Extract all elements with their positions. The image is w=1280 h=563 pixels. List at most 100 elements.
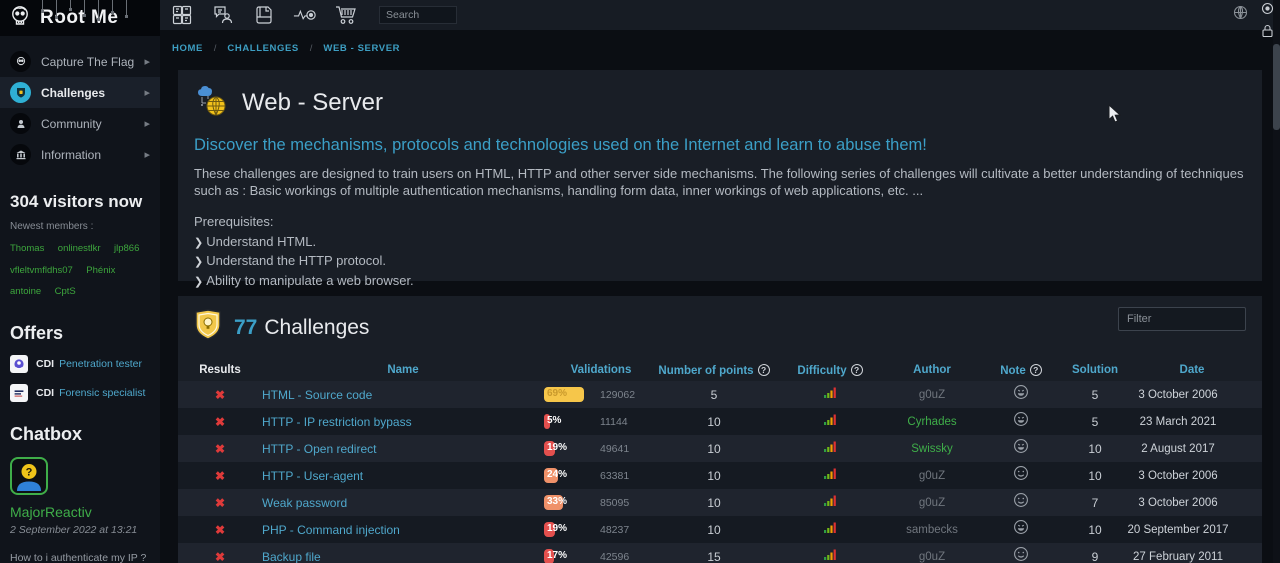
solutions-count[interactable]: 7: [1068, 496, 1122, 510]
table-row[interactable]: ✖ HTTP - Open redirect 19% 49641 10 Swis…: [178, 435, 1262, 462]
publish-date: 2 August 2017: [1122, 443, 1262, 455]
table-row[interactable]: ✖ HTTP - IP restriction bypass 5% 11144 …: [178, 408, 1262, 435]
table-row[interactable]: ✖ PHP - Command injection 19% 48237 10 s…: [178, 516, 1262, 543]
points-value: 10: [658, 523, 770, 537]
offer-forensic-specialist[interactable]: CDI Forensic specialist: [0, 384, 160, 402]
shop-icon[interactable]: [334, 3, 358, 27]
visitors-count: 304 visitors now: [0, 192, 160, 212]
validation-rate-badge: 19%: [544, 441, 555, 456]
column-note[interactable]: Note?: [974, 364, 1068, 377]
table-row[interactable]: ✖ Weak password 33% 85095 10 g0uZ: [178, 489, 1262, 516]
search-input[interactable]: [379, 6, 457, 24]
sidebar-item-label: Information: [41, 148, 144, 162]
manual-icon[interactable]: [170, 3, 194, 27]
solutions-count[interactable]: 10: [1068, 469, 1122, 483]
help-icon[interactable]: ?: [758, 364, 770, 376]
filter-input[interactable]: [1118, 307, 1246, 331]
challenge-link[interactable]: HTML - Source code: [262, 388, 544, 402]
breadcrumb-challenges[interactable]: CHALLENGES: [227, 43, 298, 54]
challenge-link[interactable]: Backup file: [262, 550, 544, 563]
sidebar-item-label: Capture The Flag: [41, 55, 144, 69]
topbar: [160, 0, 1280, 30]
table-row[interactable]: ✖ HTML - Source code 69% 129062 5 g0uZ: [178, 381, 1262, 408]
column-validations[interactable]: Validations: [544, 364, 658, 376]
note-face-icon: [974, 492, 1068, 513]
forum-icon[interactable]: [211, 3, 235, 27]
sidebar-item-capture-the-flag[interactable]: Capture The Flag ▸: [0, 46, 160, 77]
validations-cell: 69% 129062: [544, 387, 658, 402]
challenge-link[interactable]: Weak password: [262, 496, 544, 510]
offer-company-logo: [10, 384, 28, 402]
column-difficulty[interactable]: Difficulty?: [770, 364, 890, 377]
sidebar-item-information[interactable]: Information ▸: [0, 139, 160, 170]
newest-members-label: Newest members :: [0, 221, 160, 232]
resources-icon[interactable]: [252, 3, 276, 27]
table-row[interactable]: ✖ HTTP - User-agent 24% 63381 10 g0uZ: [178, 462, 1262, 489]
ascending-bars-icon: [770, 439, 890, 458]
table-header: Results Name Validations Number of point…: [178, 359, 1262, 381]
author-link[interactable]: g0uZ: [890, 470, 974, 482]
solutions-count[interactable]: 9: [1068, 550, 1122, 563]
column-results[interactable]: Results: [178, 364, 262, 376]
offer-link[interactable]: Penetration tester: [59, 358, 142, 370]
scrollbar-thumb[interactable]: [1273, 44, 1280, 130]
challenge-link[interactable]: HTTP - Open redirect: [262, 442, 544, 456]
validations-cell: 19% 49641: [544, 441, 658, 456]
validations-count: 85095: [600, 497, 629, 509]
logo[interactable]: Root Me: [0, 0, 160, 36]
validations-count: 63381: [600, 470, 629, 482]
member-link[interactable]: antoine: [10, 286, 41, 297]
help-icon[interactable]: ?: [851, 364, 863, 376]
avatar[interactable]: ?: [10, 457, 150, 500]
globe-icon[interactable]: [1233, 5, 1248, 25]
solutions-count[interactable]: 10: [1068, 523, 1122, 537]
sidebar-item-challenges[interactable]: Challenges ▸: [0, 77, 160, 108]
breadcrumb-home[interactable]: HOME: [172, 43, 203, 54]
solutions-count[interactable]: 10: [1068, 442, 1122, 456]
offer-penetration-tester[interactable]: CDI Penetration tester: [0, 355, 160, 373]
column-name[interactable]: Name: [262, 364, 544, 376]
offer-link[interactable]: Forensic specialist: [59, 387, 145, 399]
author-link[interactable]: Cyrhades: [890, 416, 974, 428]
table-row[interactable]: ✖ Backup file 17% 42596 15 g0uZ: [178, 543, 1262, 563]
target-icon[interactable]: [1261, 2, 1274, 20]
sidebar-item-community[interactable]: Community ▸: [0, 108, 160, 139]
not-validated-icon: ✖: [178, 415, 262, 429]
author-link[interactable]: sambecks: [890, 524, 974, 536]
challenge-link[interactable]: PHP - Command injection: [262, 523, 544, 537]
sidebar-menu: Capture The Flag ▸ Challenges ▸ Communit…: [0, 36, 160, 170]
ascending-bars-icon: [770, 520, 890, 539]
member-link[interactable]: Thomas: [10, 243, 44, 254]
column-solution[interactable]: Solution: [1068, 364, 1122, 376]
activity-icon[interactable]: [293, 3, 317, 27]
help-icon[interactable]: ?: [1030, 364, 1042, 376]
member-link[interactable]: CptS: [55, 286, 76, 297]
member-link[interactable]: vfleltvmfldhs07: [10, 265, 73, 276]
note-face-icon: [974, 411, 1068, 432]
author-link[interactable]: g0uZ: [890, 389, 974, 401]
author-link[interactable]: g0uZ: [890, 551, 974, 563]
challenges-table-body: ✖ HTML - Source code 69% 129062 5 g0uZ: [178, 381, 1262, 563]
scrollbar[interactable]: [1273, 0, 1280, 563]
member-link[interactable]: Phénix: [86, 265, 115, 276]
author-link[interactable]: g0uZ: [890, 497, 974, 509]
challenge-link[interactable]: HTTP - IP restriction bypass: [262, 415, 544, 429]
member-link[interactable]: jlp866: [114, 243, 139, 254]
solutions-count[interactable]: 5: [1068, 388, 1122, 402]
member-link[interactable]: onlinestlkr: [58, 243, 101, 254]
ascending-bars-icon: [770, 547, 890, 563]
author-link[interactable]: Swissky: [890, 443, 974, 455]
validations-count: 42596: [600, 551, 629, 563]
building-icon: [10, 144, 31, 165]
chat-username[interactable]: MajorReactiv: [10, 504, 150, 520]
column-date[interactable]: Date: [1122, 364, 1262, 376]
column-author[interactable]: Author: [890, 364, 974, 376]
breadcrumb-separator: /: [214, 43, 217, 53]
chevron-right-icon: ▸: [144, 117, 150, 130]
lock-icon[interactable]: [1261, 24, 1274, 43]
offer-contract-type: CDI: [36, 358, 54, 370]
challenges-panel: 77 Challenges Results Name Validations N…: [178, 296, 1262, 548]
column-points[interactable]: Number of points?: [658, 364, 770, 377]
challenge-link[interactable]: HTTP - User-agent: [262, 469, 544, 483]
solutions-count[interactable]: 5: [1068, 415, 1122, 429]
